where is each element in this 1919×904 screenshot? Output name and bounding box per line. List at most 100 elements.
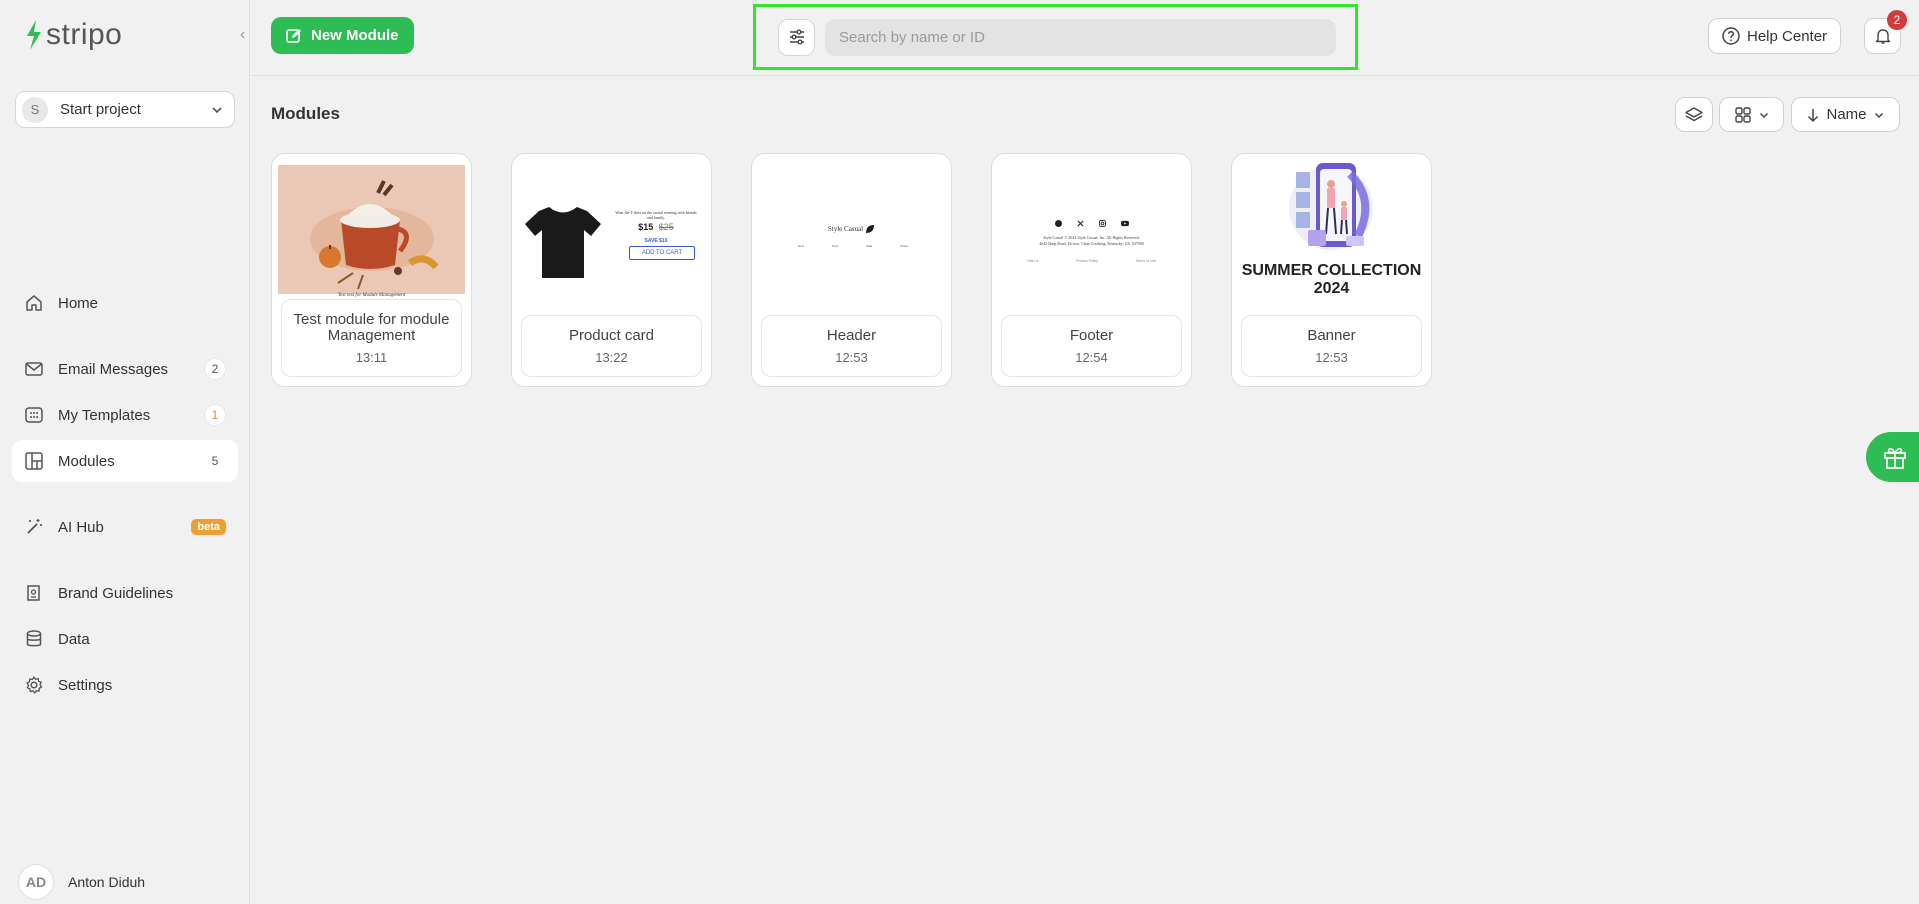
home-icon xyxy=(24,293,44,313)
search-input[interactable] xyxy=(825,18,1336,56)
layers-icon xyxy=(1685,106,1703,121)
module-card[interactable]: Test text for Module Management Test mod… xyxy=(271,153,472,387)
module-card[interactable]: Style Casual New Tops Sale About Header … xyxy=(751,153,952,387)
product-old-price: $25 xyxy=(658,222,674,232)
modules-icon xyxy=(24,451,44,471)
help-center-button[interactable]: Help Center xyxy=(1708,18,1842,54)
module-thumbnail: Wear the T-shirt on the casual evening w… xyxy=(518,160,705,300)
x-icon xyxy=(1077,220,1083,227)
facebook-icon xyxy=(1054,220,1062,227)
help-circle-icon xyxy=(1722,27,1740,45)
collapse-sidebar-icon[interactable]: ‹ xyxy=(240,26,245,44)
arrow-down-icon xyxy=(1808,108,1819,122)
notification-count-badge: 2 xyxy=(1887,10,1907,30)
templates-icon xyxy=(24,405,44,425)
fashion-phone-illustration xyxy=(1289,163,1373,250)
sidebar-item-settings[interactable]: Settings xyxy=(12,664,238,706)
sidebar-item-label: Brand Guidelines xyxy=(58,584,174,602)
book-icon xyxy=(24,583,44,603)
module-name: Header xyxy=(826,326,877,344)
module-info: Product card 13:22 xyxy=(521,315,702,377)
youtube-icon xyxy=(1120,220,1129,227)
sidebar-item-data[interactable]: Data xyxy=(12,618,238,660)
new-module-label: New Module xyxy=(311,27,399,44)
sidebar-item-label: Settings xyxy=(58,676,113,694)
module-card[interactable]: SUMMER COLLECTION 2024 Banner 12:53 xyxy=(1231,153,1432,387)
module-info: Footer 12:54 xyxy=(1001,315,1182,377)
gear-icon xyxy=(24,675,44,695)
avatar: AD xyxy=(18,864,54,900)
module-info: Banner 12:53 xyxy=(1241,315,1422,377)
help-center-label: Help Center xyxy=(1747,27,1828,45)
count-badge: 1 xyxy=(204,404,226,426)
module-info: Test module for module Management 13:11 xyxy=(281,299,462,377)
cocoa-mug-illustration xyxy=(310,180,439,290)
view-mode-dropdown[interactable] xyxy=(1719,97,1784,132)
mail-icon xyxy=(24,359,44,379)
sidebar-item-email-messages[interactable]: Email Messages 2 xyxy=(12,348,238,390)
magic-wand-icon xyxy=(24,517,44,537)
filter-button[interactable] xyxy=(778,18,815,56)
layers-button[interactable] xyxy=(1675,97,1713,132)
module-time: 12:53 xyxy=(1315,349,1348,365)
module-time: 13:22 xyxy=(595,349,628,365)
sidebar-item-home[interactable]: Home xyxy=(12,282,238,324)
leaf-icon xyxy=(866,225,875,233)
module-card[interactable]: Style Casual © 2024 Style Casual, Inc. A… xyxy=(991,153,1192,387)
header-link: About xyxy=(900,244,908,248)
footer-address: 4642 Harp Road, Fiction, Clear Creeking,… xyxy=(1039,241,1144,246)
sidebar-item-brand-guidelines[interactable]: Brand Guidelines xyxy=(12,572,238,614)
module-thumbnail: Style Casual New Tops Sale About xyxy=(758,160,945,300)
add-to-cart-button: ADD TO CART xyxy=(629,246,695,260)
module-name: Test module for module Management xyxy=(293,310,450,344)
sidebar-item-label: My Templates xyxy=(58,406,151,424)
sidebar-item-label: Email Messages xyxy=(58,360,169,378)
module-time: 12:54 xyxy=(1075,349,1108,365)
sidebar-item-my-templates[interactable]: My Templates 1 xyxy=(12,394,238,436)
chevron-down-icon xyxy=(1874,112,1883,118)
beta-badge: beta xyxy=(191,519,226,535)
chevron-down-icon xyxy=(1759,112,1768,118)
footer-copyright: Style Casual © 2024 Style Casual, Inc. A… xyxy=(1043,235,1140,240)
project-selector[interactable]: S Start project xyxy=(15,91,235,128)
sort-dropdown[interactable]: Name xyxy=(1791,97,1900,132)
product-save: SAVE $10 xyxy=(644,238,668,244)
footer-links: Visit Us Privacy Policy Terms of Use xyxy=(1008,259,1175,263)
grid-view-icon xyxy=(1734,106,1751,123)
logo[interactable]: stripo xyxy=(24,18,122,52)
sidebar-item-ai-hub[interactable]: AI Hub beta xyxy=(12,506,238,548)
user-profile[interactable]: AD Anton Diduh xyxy=(18,864,145,900)
filter-sliders-icon xyxy=(789,29,804,45)
database-icon xyxy=(24,629,44,649)
module-thumbnail: SUMMER COLLECTION 2024 xyxy=(1238,160,1425,300)
module-name: Product card xyxy=(568,326,655,344)
new-module-button[interactable]: New Module xyxy=(271,17,414,54)
module-time: 12:53 xyxy=(835,349,868,365)
edit-icon xyxy=(286,28,301,43)
gift-icon xyxy=(1883,448,1906,469)
module-name: Footer xyxy=(1069,326,1114,344)
sort-label: Name xyxy=(1826,106,1867,123)
module-thumbnail xyxy=(278,165,465,294)
header-link: New xyxy=(798,244,805,248)
sidebar: stripo ‹ S Start project Home Email Mess… xyxy=(0,0,250,904)
sidebar-item-modules[interactable]: Modules 5 xyxy=(12,440,238,482)
stripo-logo-icon xyxy=(27,20,41,50)
footer-link: Visit Us xyxy=(1026,259,1039,263)
gift-button[interactable] xyxy=(1866,432,1919,482)
brand-name: Style Casual xyxy=(827,225,864,233)
top-bar: New Module Help Center 2 xyxy=(251,0,1919,76)
sidebar-item-label: Data xyxy=(58,630,90,648)
header-link: Tops xyxy=(831,244,839,248)
module-card[interactable]: Wear the T-shirt on the casual evening w… xyxy=(511,153,712,387)
social-icons xyxy=(998,220,1185,227)
modules-grid: Test text for Module Management Test mod… xyxy=(271,153,1432,387)
module-info: Header 12:53 xyxy=(761,315,942,377)
price-row: $15 $25 xyxy=(612,222,700,232)
tshirt-illustration xyxy=(525,207,601,278)
header-link: Sale xyxy=(866,244,873,248)
search-bar xyxy=(753,4,1358,70)
product-price: $15 xyxy=(638,222,654,232)
sidebar-item-label: Home xyxy=(58,294,99,312)
module-name: Banner xyxy=(1307,326,1356,344)
